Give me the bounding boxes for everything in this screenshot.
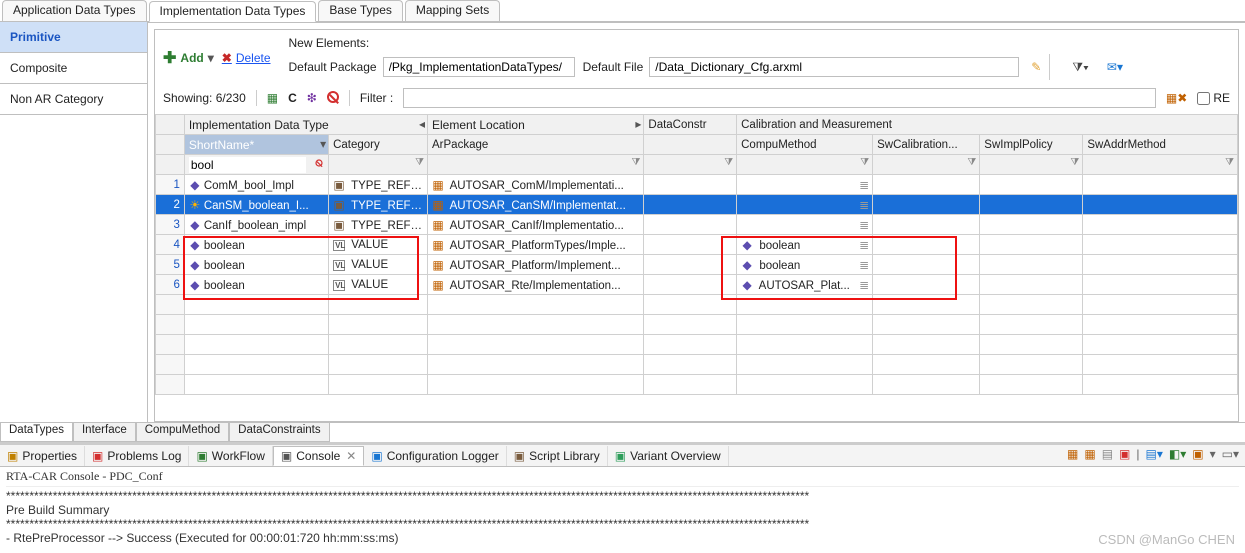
- sheet-compumethod[interactable]: CompuMethod: [136, 423, 229, 442]
- view-tab-bar: ▣Properties▣Problems Log▣WorkFlow▣Consol…: [0, 445, 1245, 467]
- delete-button[interactable]: ✖ Delete: [222, 51, 271, 65]
- view-tab-script-library[interactable]: ▣Script Library: [507, 446, 608, 466]
- default-package-input[interactable]: [383, 57, 575, 77]
- re-checkbox[interactable]: [1197, 92, 1210, 105]
- view-tab-problems-log[interactable]: ▣Problems Log: [85, 446, 189, 466]
- tb-icon[interactable]: ▭▾: [1222, 447, 1239, 461]
- col-category[interactable]: Category: [329, 135, 428, 155]
- group-element-location: Element Location▸: [428, 115, 644, 135]
- tb-icon[interactable]: ▣: [1192, 447, 1203, 461]
- funnel-icon[interactable]: ⧩: [631, 157, 640, 168]
- filter-shortname[interactable]: [189, 157, 306, 173]
- add-label: Add: [180, 51, 203, 65]
- table-row[interactable]: 3◆CanIf_boolean_impl▣ TYPE_REFE...▦ AUTO…: [156, 215, 1238, 235]
- tab-app-data-types[interactable]: Application Data Types: [2, 0, 147, 21]
- col-swcalibration[interactable]: SwCalibration...: [873, 135, 980, 155]
- sheet-interface[interactable]: Interface: [73, 423, 136, 442]
- tab-impl-data-types[interactable]: Implementation Data Types: [149, 1, 317, 22]
- filter-funnel-icon[interactable]: ⧩▾: [1072, 60, 1089, 75]
- default-package-label: Default Package: [289, 60, 377, 74]
- tb-icon[interactable]: ▦: [1084, 447, 1095, 461]
- funnel-icon[interactable]: ⧩: [1225, 157, 1234, 168]
- refresh-icon[interactable]: C: [288, 91, 297, 105]
- re-label: RE: [1213, 91, 1230, 105]
- funnel-icon[interactable]: ⧩: [1070, 157, 1079, 168]
- view-tab-icon: ▣: [7, 449, 18, 463]
- default-file-input[interactable]: [649, 57, 1019, 77]
- top-tab-bar: Application Data Types Implementation Da…: [0, 0, 1245, 22]
- default-file-label: Default File: [583, 60, 644, 74]
- view-tab-icon: ▣: [371, 449, 382, 463]
- view-tab-workflow[interactable]: ▣WorkFlow: [189, 446, 272, 466]
- col-swimplpolicy[interactable]: SwImplPolicy: [980, 135, 1083, 155]
- delete-label: Delete: [236, 51, 271, 65]
- view-tab-console[interactable]: ▣Console✕: [273, 446, 364, 466]
- col-dataconstr[interactable]: [644, 135, 737, 155]
- globe-icon[interactable]: ❇: [307, 91, 317, 105]
- group-data-constr: DataConstr: [644, 115, 737, 135]
- left-nav: Primitive Composite Non AR Category: [0, 22, 148, 422]
- view-tab-icon: ▣: [196, 449, 207, 463]
- delete-x-icon: ✖: [222, 51, 232, 65]
- watermark: CSDN @ManGo CHEN: [1098, 532, 1235, 547]
- data-grid[interactable]: Implementation Data Type◂ Element Locati…: [155, 114, 1238, 421]
- tb-icon[interactable]: ▦: [1067, 447, 1078, 461]
- table-row[interactable]: 5◆booleanVL VALUE▦ AUTOSAR_Platform/Impl…: [156, 255, 1238, 275]
- funnel-icon[interactable]: ⧩: [967, 157, 976, 168]
- tb-icon[interactable]: ▤: [1102, 447, 1113, 461]
- table-row[interactable]: 2☀CanSM_boolean_I...▣ TYPE_REFE...▦ AUTO…: [156, 195, 1238, 215]
- tab-base-types[interactable]: Base Types: [318, 0, 402, 21]
- edit-pencil-icon[interactable]: ✎: [1031, 60, 1041, 74]
- table-row[interactable]: 6◆booleanVL VALUE▦ AUTOSAR_Rte/Implement…: [156, 275, 1238, 295]
- col-arpackage[interactable]: ArPackage: [428, 135, 644, 155]
- sheet-tab-bar: DataTypes Interface CompuMethod DataCons…: [0, 422, 1245, 442]
- table-row[interactable]: 1◆ComM_bool_Impl▣ TYPE_REFE...▦ AUTOSAR_…: [156, 175, 1238, 195]
- funnel-icon[interactable]: ⧩: [724, 157, 733, 168]
- funnel-icon[interactable]: [313, 157, 325, 172]
- nav-primitive[interactable]: Primitive: [0, 22, 147, 53]
- group-impl-data-type: Implementation Data Type◂: [184, 115, 427, 135]
- tab-mapping-sets[interactable]: Mapping Sets: [405, 0, 500, 21]
- view-tab-icon: ▣: [281, 449, 292, 463]
- filter-label: Filter :: [360, 91, 393, 105]
- tb-icon[interactable]: |: [1136, 447, 1139, 461]
- mail-icon[interactable]: ✉▾: [1107, 60, 1123, 74]
- console-title: RTA-CAR Console - PDC_Conf: [6, 469, 1239, 487]
- main-panel: ✚Add▾ ✖Delete New Elements: Default Pack…: [148, 22, 1245, 422]
- tb-icon[interactable]: ▾: [1210, 447, 1216, 461]
- console-output: RTA-CAR Console - PDC_Conf *************…: [0, 467, 1245, 553]
- sheet-dataconstraints[interactable]: DataConstraints: [229, 423, 329, 442]
- tb-icon[interactable]: ▤▾: [1146, 447, 1163, 461]
- sheet-datatypes[interactable]: DataTypes: [0, 423, 73, 442]
- group-calibration: Calibration and Measurement: [737, 115, 1238, 135]
- col-shortname[interactable]: ShortName*▾: [184, 135, 328, 155]
- view-tab-properties[interactable]: ▣Properties: [0, 446, 85, 466]
- clear-filter-icon[interactable]: ▦✖: [1166, 91, 1187, 105]
- new-elements-label: New Elements:: [289, 36, 1123, 50]
- add-dropdown-icon[interactable]: ▾: [208, 51, 214, 65]
- table-row[interactable]: 4◆booleanVL VALUE▦ AUTOSAR_PlatformTypes…: [156, 235, 1238, 255]
- showing-label: Showing: 6/230: [163, 91, 246, 105]
- funnel-icon[interactable]: ⧩: [860, 157, 869, 168]
- view-tab-icon: ▣: [514, 449, 525, 463]
- excel-icon[interactable]: ▦: [267, 91, 278, 105]
- col-compumethod[interactable]: CompuMethod: [737, 135, 873, 155]
- nav-non-ar[interactable]: Non AR Category: [0, 84, 147, 115]
- funnel-icon[interactable]: ⧩: [415, 157, 424, 168]
- view-tab-variant-overview[interactable]: ▣Variant Overview: [608, 446, 729, 466]
- add-button[interactable]: ✚Add▾: [163, 48, 214, 68]
- close-icon[interactable]: ✕: [346, 449, 356, 463]
- view-tab-icon: ▣: [615, 449, 626, 463]
- col-swaddrmethod[interactable]: SwAddrMethod: [1083, 135, 1238, 155]
- filter-input[interactable]: [403, 88, 1156, 108]
- tb-icon[interactable]: ▣: [1119, 447, 1130, 461]
- view-tab-icon: ▣: [92, 449, 103, 463]
- forbid-icon[interactable]: [327, 91, 339, 106]
- tb-icon[interactable]: ◧▾: [1169, 447, 1186, 461]
- view-tab-configuration-logger[interactable]: ▣Configuration Logger: [364, 446, 506, 466]
- nav-composite[interactable]: Composite: [0, 53, 147, 84]
